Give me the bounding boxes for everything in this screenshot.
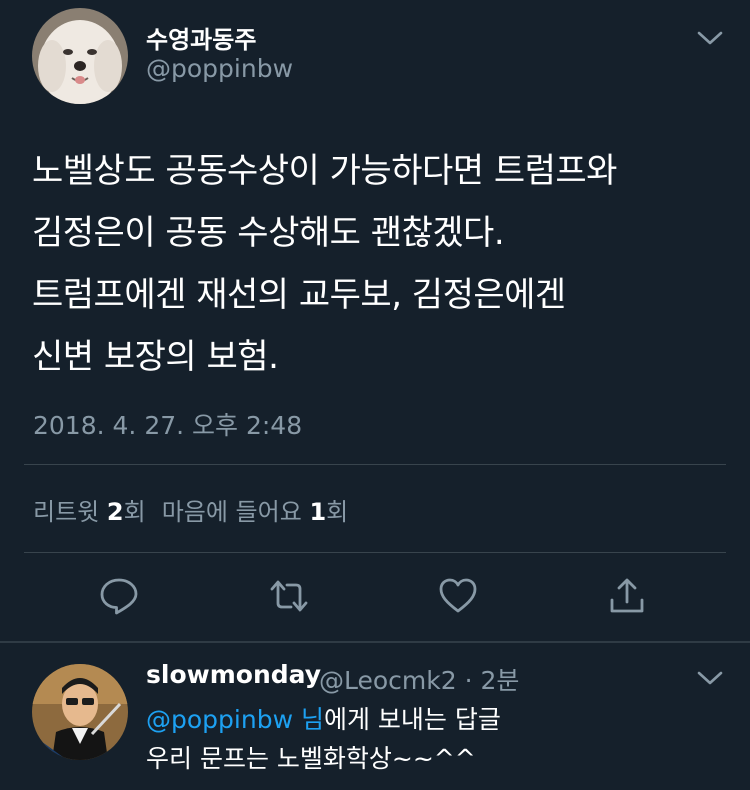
retweet-unit: 회 [123, 498, 146, 526]
retweet-label: 리트윗 [33, 498, 100, 526]
share-button[interactable] [607, 576, 647, 616]
replying-to-suffix: 에게 보내는 답글 [323, 705, 501, 734]
author-avatar[interactable] [32, 8, 128, 104]
reply-mention-link[interactable]: @poppinbw 님 [146, 705, 324, 734]
like-count: 1 [309, 498, 327, 526]
like-label: 마음에 들어요 [161, 498, 302, 526]
reply-author-avatar[interactable] [32, 664, 128, 760]
retweet-stat[interactable]: 리트윗 2회 [33, 498, 146, 526]
person-avatar-image [32, 664, 128, 760]
section-divider [0, 641, 750, 643]
like-unit: 회 [326, 498, 349, 526]
author-handle[interactable]: @poppinbw [146, 54, 293, 83]
retweet-icon [270, 580, 308, 612]
replying-to: @poppinbw 님에게 보내는 답글 [146, 700, 501, 736]
chevron-down-icon[interactable] [696, 28, 724, 48]
like-button[interactable] [438, 576, 478, 616]
dog-avatar-image [32, 8, 128, 104]
retweet-count: 2 [106, 498, 124, 526]
reply-tweet-text: 우리 문프는 노벨화학상~~^^ [146, 744, 476, 773]
reply-button[interactable] [99, 576, 139, 616]
heart-icon [439, 578, 477, 613]
reply-icon [100, 578, 138, 615]
author-name[interactable]: 수영과동주 [146, 20, 256, 55]
retweet-button[interactable] [269, 576, 309, 616]
share-icon [610, 578, 644, 613]
tweet-text: 노벨상도 공동수상이 가능하다면 트럼프와 김정은이 공동 수상해도 괜찮겠다.… [32, 151, 617, 377]
tweet-timestamp: 2018. 4. 27. 오후 2:48 [33, 411, 303, 440]
tweet-stats: 리트윗 2회 마음에 들어요 1회 [33, 492, 348, 527]
chevron-down-icon[interactable] [696, 668, 724, 688]
reply-author-name[interactable]: slowmonday [146, 660, 321, 689]
reply-author-handle-time[interactable]: @Leocmk2 · 2분 [319, 661, 519, 697]
like-stat[interactable]: 마음에 들어요 1회 [162, 498, 349, 526]
divider [24, 552, 726, 553]
divider [24, 464, 726, 465]
